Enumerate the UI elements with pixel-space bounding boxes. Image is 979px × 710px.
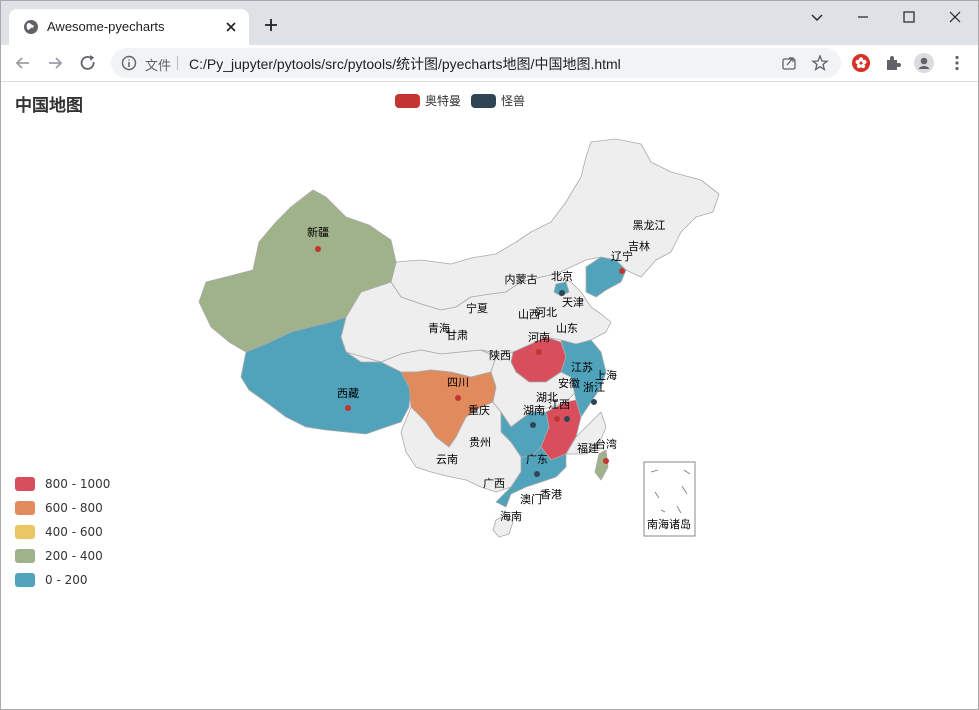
range-swatch bbox=[15, 573, 35, 587]
marker-henan bbox=[536, 349, 542, 355]
visual-map-item[interactable]: 400 - 600 bbox=[15, 520, 110, 544]
forward-arrow-icon[interactable] bbox=[45, 53, 65, 73]
range-label: 200 - 400 bbox=[45, 549, 103, 563]
label-beijing: 北京 bbox=[551, 269, 573, 283]
label-hainan: 海南 bbox=[500, 509, 522, 523]
label-chongqing: 重庆 bbox=[468, 403, 490, 417]
label-hunan: 湖南 bbox=[523, 404, 545, 417]
label-guangxi: 广西 bbox=[483, 477, 505, 490]
browser-window: Awesome-pyecharts 文件 C:/Py_jupyter/pytoo… bbox=[0, 0, 979, 710]
label-guizhou: 贵州 bbox=[469, 436, 491, 449]
minimize-icon bbox=[858, 16, 868, 18]
marker-taiwan bbox=[603, 458, 609, 464]
label-henan: 河南 bbox=[528, 331, 550, 344]
bookmark-star-icon[interactable] bbox=[811, 54, 829, 72]
visual-map-item[interactable]: 200 - 400 bbox=[15, 544, 110, 568]
profile-avatar-icon[interactable] bbox=[914, 53, 934, 73]
info-icon[interactable] bbox=[121, 55, 137, 71]
label-xinjiang: 新疆 bbox=[307, 225, 329, 239]
marker-zhejiang bbox=[591, 399, 597, 405]
label-neimenggu: 内蒙古 bbox=[505, 272, 538, 286]
address-bar[interactable]: 文件 C:/Py_jupyter/pytools/src/pytools/统计图… bbox=[111, 48, 841, 78]
maximize-icon bbox=[903, 11, 915, 23]
tab-search-button[interactable] bbox=[794, 1, 840, 33]
label-macau: 澳门 bbox=[520, 492, 542, 506]
marker-beijing bbox=[559, 290, 565, 296]
share-icon[interactable] bbox=[781, 55, 797, 71]
label-shanghai: 上海 bbox=[595, 368, 617, 382]
range-swatch bbox=[15, 501, 35, 515]
south-china-sea-inset: 南海诸岛 bbox=[643, 461, 696, 537]
new-tab-icon[interactable] bbox=[263, 17, 279, 33]
label-tibet: 西藏 bbox=[337, 387, 359, 400]
close-tab-icon[interactable] bbox=[223, 19, 239, 35]
extension-flower-icon[interactable] bbox=[851, 53, 871, 73]
range-swatch bbox=[15, 477, 35, 491]
label-heilongjiang: 黑龙江 bbox=[633, 219, 666, 232]
label-tianjin: 天津 bbox=[562, 296, 584, 309]
page-content: 中国地图 奥特曼 怪兽 南海诸岛 新疆 西藏 四川 青海 甘肃 宁夏 内蒙古 北… bbox=[1, 82, 978, 709]
marker-xinjiang bbox=[315, 246, 321, 252]
range-label: 400 - 600 bbox=[45, 525, 103, 539]
marker-hunan bbox=[530, 422, 536, 428]
label-shaanxi: 陕西 bbox=[489, 348, 511, 362]
separator bbox=[177, 56, 178, 70]
visual-map-item[interactable]: 800 - 1000 bbox=[15, 472, 110, 496]
reload-icon[interactable] bbox=[78, 53, 98, 73]
range-label: 600 - 800 bbox=[45, 501, 103, 515]
minimize-button[interactable] bbox=[840, 1, 886, 33]
label-sichuan: 四川 bbox=[447, 376, 469, 389]
scheme-label: 文件 bbox=[145, 58, 172, 73]
range-label: 800 - 1000 bbox=[45, 477, 111, 491]
close-icon bbox=[949, 11, 961, 23]
label-gansu: 甘肃 bbox=[446, 329, 468, 342]
chevron-down-icon bbox=[811, 14, 823, 21]
globe-icon bbox=[24, 20, 38, 34]
marker-jiangxi-2 bbox=[564, 416, 570, 422]
range-swatch bbox=[15, 549, 35, 563]
china-map[interactable]: 南海诸岛 新疆 西藏 四川 青海 甘肃 宁夏 内蒙古 北京 天津 河北 山西 山… bbox=[1, 82, 978, 709]
marker-liaoning bbox=[619, 268, 625, 274]
label-jiangxi: 江西 bbox=[548, 398, 570, 411]
browser-toolbar: 文件 C:/Py_jupyter/pytools/src/pytools/统计图… bbox=[1, 45, 978, 82]
label-zhejiang: 浙江 bbox=[583, 381, 605, 394]
tab-strip: Awesome-pyecharts bbox=[1, 1, 978, 45]
visual-map-item[interactable]: 600 - 800 bbox=[15, 496, 110, 520]
label-anhui: 安徽 bbox=[558, 376, 580, 390]
range-swatch bbox=[15, 525, 35, 539]
inset-label: 南海诸岛 bbox=[647, 517, 691, 531]
back-arrow-icon[interactable] bbox=[13, 53, 33, 73]
browser-tab[interactable]: Awesome-pyecharts bbox=[9, 9, 249, 45]
marker-jiangxi-1 bbox=[554, 416, 560, 422]
url-text[interactable]: C:/Py_jupyter/pytools/src/pytools/统计图/py… bbox=[189, 54, 621, 74]
label-hongkong: 香港 bbox=[540, 488, 562, 501]
marker-sichuan bbox=[455, 395, 461, 401]
label-jilin: 吉林 bbox=[628, 239, 650, 253]
marker-tibet bbox=[345, 405, 351, 411]
tab-title: Awesome-pyecharts bbox=[47, 19, 165, 34]
extensions-puzzle-icon[interactable] bbox=[883, 53, 903, 73]
label-jiangsu: 江苏 bbox=[571, 361, 593, 374]
visual-map-item[interactable]: 0 - 200 bbox=[15, 568, 110, 592]
label-ningxia: 宁夏 bbox=[466, 301, 488, 315]
marker-guangdong bbox=[534, 471, 540, 477]
more-menu-icon[interactable] bbox=[947, 53, 967, 73]
maximize-button[interactable] bbox=[886, 1, 932, 33]
label-shanxi: 山西 bbox=[518, 308, 540, 321]
visual-map: 800 - 1000 600 - 800 400 - 600 200 - 400… bbox=[15, 472, 110, 592]
close-window-button[interactable] bbox=[932, 1, 978, 33]
label-guangdong: 广东 bbox=[526, 453, 548, 466]
label-taiwan: 台湾 bbox=[595, 437, 617, 451]
label-yunnan: 云南 bbox=[436, 453, 458, 466]
range-label: 0 - 200 bbox=[45, 573, 88, 587]
label-shandong: 山东 bbox=[556, 322, 578, 335]
